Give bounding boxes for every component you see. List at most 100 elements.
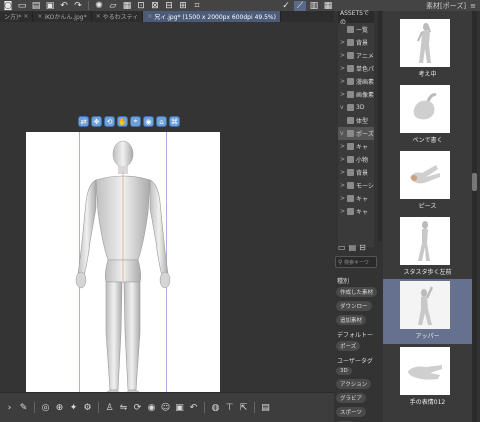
tag-chip[interactable]: 作成した素材 bbox=[336, 287, 378, 297]
frame-icon[interactable]: ▣ bbox=[174, 402, 185, 413]
export-icon[interactable]: ⇱ bbox=[238, 402, 249, 413]
new-file-icon[interactable]: ▭ bbox=[16, 1, 28, 11]
3d-mannequin-figure[interactable] bbox=[26, 132, 220, 408]
camera-icon[interactable]: ◙ bbox=[2, 1, 14, 11]
tree-item[interactable]: > 画像素 bbox=[338, 88, 374, 101]
tag-chip[interactable]: グラビア bbox=[336, 393, 367, 403]
material-preview bbox=[400, 19, 450, 67]
settings-icon[interactable]: ⌘ bbox=[169, 116, 180, 127]
target-icon[interactable]: ◉ bbox=[146, 402, 157, 413]
material-preview bbox=[400, 281, 450, 329]
tree-header[interactable]: ASSETSでの bbox=[338, 10, 374, 26]
tree-item-selected[interactable]: v ポーズ bbox=[338, 127, 374, 140]
pin-icon[interactable]: ⊤ bbox=[224, 402, 235, 413]
toolbar-divider bbox=[204, 402, 205, 413]
tab-document[interactable]: × やるわスティ bbox=[92, 11, 144, 22]
expand-icon[interactable]: ⊞ bbox=[177, 1, 189, 11]
move-object-icon[interactable]: ✥ bbox=[91, 116, 102, 127]
tree-scrollbar[interactable] bbox=[378, 11, 382, 241]
open-file-icon[interactable]: ▤ bbox=[30, 1, 42, 11]
tag-chip[interactable]: ダウンロー bbox=[336, 301, 372, 311]
hand-pose-icon[interactable]: ✋ bbox=[117, 116, 128, 127]
floor-icon[interactable]: ⌂ bbox=[156, 116, 167, 127]
move-camera-icon[interactable]: ⇄ bbox=[78, 116, 89, 127]
tag-chip[interactable]: ポーズ bbox=[336, 341, 361, 351]
layer-icon[interactable]: ▤ bbox=[260, 402, 271, 413]
transform-icon[interactable]: ⊡ bbox=[135, 1, 147, 11]
collapse-icon[interactable]: ⊟ bbox=[359, 243, 366, 252]
camera-shot-icon[interactable]: ◍ bbox=[210, 402, 221, 413]
face-icon[interactable]: ☺ bbox=[160, 402, 171, 413]
tree-item[interactable]: > 背景 bbox=[338, 166, 374, 179]
clear-icon[interactable]: ▱ bbox=[107, 1, 119, 11]
tag-chip[interactable]: アクション bbox=[336, 379, 372, 389]
tree-item-label: キャ bbox=[356, 196, 369, 203]
material-item[interactable]: 考え中 bbox=[383, 17, 472, 82]
pose-figure-icon[interactable]: ♙ bbox=[104, 402, 115, 413]
tag-chip[interactable]: 3D bbox=[336, 367, 352, 375]
tab-partial[interactable]: ン方)* × bbox=[0, 11, 34, 22]
tag-chip[interactable]: スポーツ bbox=[336, 407, 366, 417]
canvas-paper[interactable] bbox=[26, 132, 220, 408]
crop-icon[interactable]: ⌗ bbox=[191, 1, 203, 11]
tree-item[interactable]: > アニメ bbox=[338, 49, 374, 62]
material-item-selected[interactable]: アッパー bbox=[383, 279, 472, 344]
rotate-icon[interactable]: ⟲ bbox=[104, 116, 115, 127]
material-item[interactable]: スタスタ歩く左前 bbox=[383, 215, 472, 280]
tree-item[interactable]: > モーシ bbox=[338, 179, 374, 192]
tree-chevron: v bbox=[340, 130, 344, 137]
tree-chevron: > bbox=[340, 65, 346, 72]
zoom-icon[interactable]: ⊕ bbox=[54, 402, 65, 413]
fill-icon[interactable]: ▦ bbox=[121, 1, 133, 11]
tree-item[interactable]: > 背景 bbox=[338, 36, 374, 49]
reset-icon[interactable]: ⟳ bbox=[132, 402, 143, 413]
save-icon[interactable]: ▣ bbox=[44, 1, 56, 11]
tree-item[interactable]: > 漫画素 bbox=[338, 75, 374, 88]
flip-icon[interactable]: ⇋ bbox=[118, 402, 129, 413]
menu-icon[interactable]: ≡ bbox=[470, 2, 476, 10]
light-icon[interactable]: ✦ bbox=[68, 402, 79, 413]
scrollbar-thumb[interactable] bbox=[472, 173, 477, 191]
tree-item[interactable]: > キャ bbox=[338, 140, 374, 153]
pose-icon[interactable]: ◉ bbox=[143, 116, 154, 127]
deselect-icon[interactable]: ⊠ bbox=[149, 1, 161, 11]
close-icon[interactable]: × bbox=[23, 13, 28, 20]
snap-icon[interactable]: ⟋ bbox=[294, 0, 306, 11]
invert-icon[interactable]: ⊟ bbox=[163, 1, 175, 11]
assets-label: ASSETSでの bbox=[340, 10, 369, 26]
undo-icon[interactable]: ↶ bbox=[188, 402, 199, 413]
close-icon[interactable]: × bbox=[96, 13, 101, 20]
tree-item[interactable]: > 単色パ bbox=[338, 62, 374, 75]
search-input[interactable]: 検索キーワ bbox=[335, 256, 377, 268]
tree-item[interactable]: v 3D bbox=[338, 101, 374, 114]
tab-document[interactable]: × iKOかんん.jpg* bbox=[33, 11, 92, 22]
tree-item[interactable]: > キャ bbox=[338, 205, 374, 218]
undo-icon[interactable]: ↶ bbox=[58, 1, 70, 11]
pen-icon[interactable]: ✎ bbox=[18, 402, 29, 413]
close-icon[interactable]: × bbox=[147, 13, 152, 20]
camera-icon[interactable]: ◎ bbox=[40, 402, 51, 413]
chevron-right-icon[interactable]: › bbox=[4, 402, 15, 413]
redo-icon[interactable]: ↷ bbox=[72, 1, 84, 11]
material-item[interactable]: ペンで書く bbox=[383, 83, 472, 148]
tag-chip[interactable]: 追加素材 bbox=[336, 315, 367, 325]
grid-icon[interactable]: ▦ bbox=[322, 1, 334, 11]
close-icon[interactable]: × bbox=[37, 13, 42, 20]
tab-document-active[interactable]: × 兄ィ.jpg* (1500 x 2000px 600dpi 49.5%) bbox=[143, 11, 281, 22]
folder-icon[interactable]: ▤ bbox=[349, 243, 357, 252]
loading-icon[interactable]: ✺ bbox=[93, 1, 105, 11]
material-item[interactable]: 手の表情012 bbox=[383, 345, 472, 410]
target-icon[interactable]: ⌖ bbox=[130, 116, 141, 127]
tree-item[interactable]: > 小物 bbox=[338, 153, 374, 166]
material-item[interactable]: ピース bbox=[383, 149, 472, 214]
folder-icon bbox=[347, 117, 354, 124]
folder-add-icon[interactable]: ▭ bbox=[338, 243, 346, 252]
gear-icon[interactable]: ⚙ bbox=[82, 402, 93, 413]
checkmark-icon[interactable]: ✓ bbox=[280, 1, 292, 11]
tree-item[interactable]: 体型 bbox=[338, 114, 374, 127]
ruler-icon[interactable]: ▥ bbox=[308, 1, 320, 11]
tree-item[interactable]: > キャ bbox=[338, 192, 374, 205]
tree-item-label: 3D bbox=[356, 104, 365, 111]
canvas-area[interactable]: ⇄ ✥ ⟲ ✋ ⌖ ◉ ⌂ ⌘ bbox=[0, 22, 334, 408]
thumbnail-scrollbar[interactable] bbox=[472, 11, 477, 422]
